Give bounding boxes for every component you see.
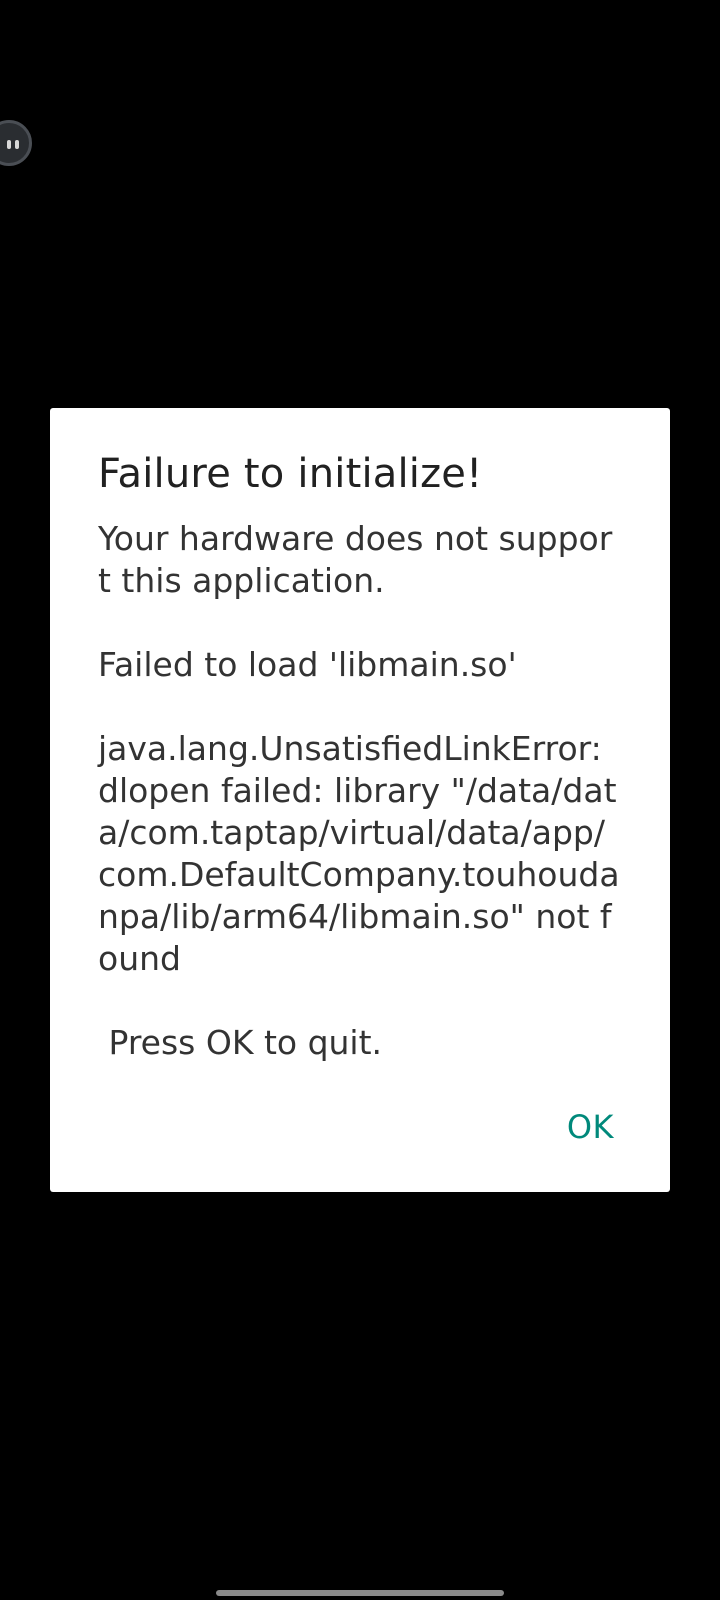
error-dialog: Failure to initialize! Your hardware doe… [50,408,670,1192]
bubble-eye-left [7,140,11,149]
gesture-nav-handle[interactable] [216,1590,504,1596]
dialog-message: Your hardware does not support this appl… [98,519,620,1062]
app-screen: Failure to initialize! Your hardware doe… [0,0,720,1600]
dialog-title: Failure to initialize! [98,451,483,497]
chat-bubble-icon[interactable] [0,120,32,166]
ok-button[interactable]: OK [559,1102,622,1152]
bubble-eye-right [15,140,19,149]
